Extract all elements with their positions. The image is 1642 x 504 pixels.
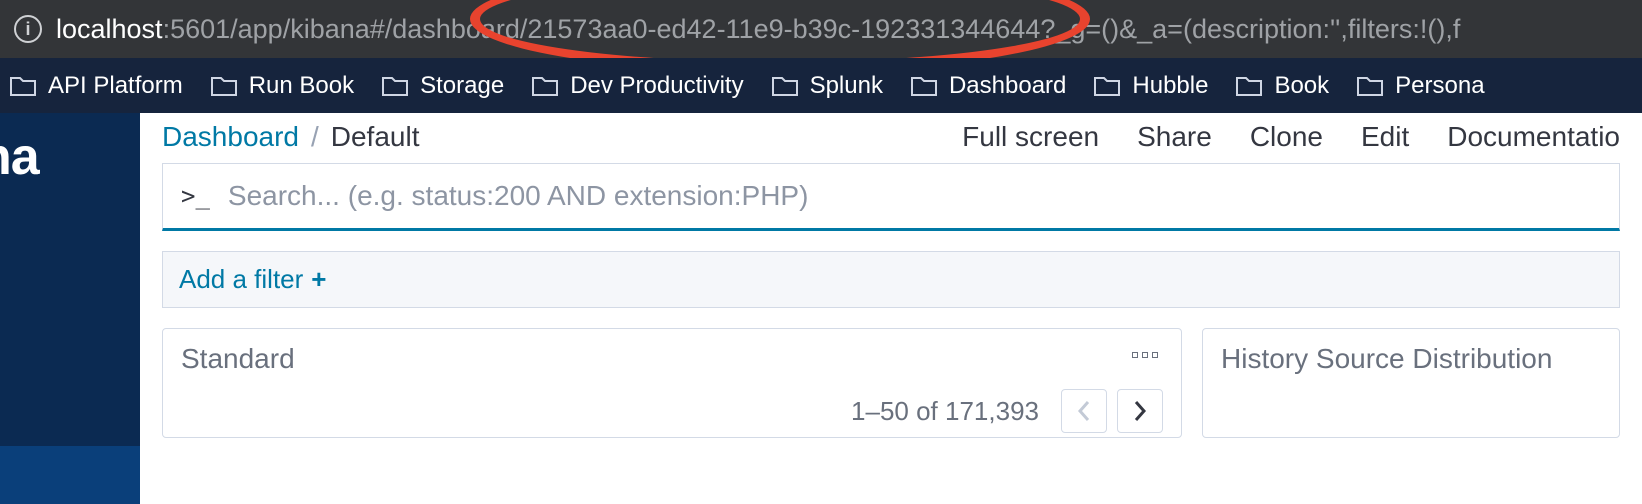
panel-title: Standard <box>181 343 1163 375</box>
url-host: localhost <box>56 14 163 44</box>
bookmark-label: Run Book <box>249 72 354 100</box>
folder-icon <box>1236 75 1262 97</box>
pager-text: 1–50 of 171,393 <box>851 396 1039 427</box>
breadcrumb-root[interactable]: Dashboard <box>162 121 299 153</box>
browser-address-bar[interactable]: i localhost:5601/app/kibana#/dashboard/2… <box>0 0 1642 58</box>
info-icon[interactable]: i <box>14 15 42 43</box>
bookmark-label: API Platform <box>48 72 183 100</box>
folder-icon <box>1357 75 1383 97</box>
pager-prev-button[interactable] <box>1061 389 1107 433</box>
bookmark-label: Book <box>1274 72 1329 100</box>
bookmark-run-book[interactable]: Run Book <box>211 72 354 100</box>
folder-icon <box>10 75 36 97</box>
bookmark-storage[interactable]: Storage <box>382 72 504 100</box>
bookmark-hubble[interactable]: Hubble <box>1094 72 1208 100</box>
search-input[interactable]: >_ Search... (e.g. status:200 AND extens… <box>162 163 1620 231</box>
plus-icon: + <box>311 264 326 295</box>
url-path: :5601/app/kibana#/dashboard/21573aa0-ed4… <box>163 14 1461 44</box>
panel-title: History Source Distribution <box>1221 343 1601 375</box>
fullscreen-button[interactable]: Full screen <box>962 121 1099 153</box>
bookmark-label: Persona <box>1395 72 1484 100</box>
bookmark-label: Hubble <box>1132 72 1208 100</box>
bookmark-label: Dashboard <box>949 72 1066 100</box>
folder-icon <box>211 75 237 97</box>
folder-icon <box>1094 75 1120 97</box>
clone-button[interactable]: Clone <box>1250 121 1323 153</box>
bookmark-persona[interactable]: Persona <box>1357 72 1484 100</box>
documentation-button[interactable]: Documentatio <box>1447 121 1620 153</box>
folder-icon <box>911 75 937 97</box>
pager-next-button[interactable] <box>1117 389 1163 433</box>
bookmark-label: Splunk <box>810 72 883 100</box>
app-logo-fragment: na <box>0 127 140 187</box>
search-placeholder: Search... (e.g. status:200 AND extension… <box>228 180 809 212</box>
url-text[interactable]: localhost:5601/app/kibana#/dashboard/215… <box>56 14 1460 45</box>
folder-icon <box>382 75 408 97</box>
bookmark-api-platform[interactable]: API Platform <box>10 72 183 100</box>
add-filter-button[interactable]: Add a filter + <box>179 264 326 295</box>
add-filter-label: Add a filter <box>179 264 303 295</box>
bookmark-label: Dev Productivity <box>570 72 743 100</box>
panel-standard: Standard 1–50 of 171,393 <box>162 328 1182 438</box>
bookmark-dev-productivity[interactable]: Dev Productivity <box>532 72 743 100</box>
folder-icon <box>772 75 798 97</box>
breadcrumb-current: Default <box>331 121 420 153</box>
edit-button[interactable]: Edit <box>1361 121 1409 153</box>
bookmark-splunk[interactable]: Splunk <box>772 72 883 100</box>
prompt-icon: >_ <box>181 182 210 210</box>
sidebar-item-fragment[interactable]: rd <box>0 446 140 504</box>
kibana-sidebar: na rd <box>0 113 140 504</box>
dashboard-content: Dashboard / Default Full screen Share Cl… <box>140 113 1642 504</box>
folder-icon <box>532 75 558 97</box>
bookmark-label: Storage <box>420 72 504 100</box>
dashboard-top-actions: Full screen Share Clone Edit Documentati… <box>962 121 1620 153</box>
panel-history-source-distribution: History Source Distribution <box>1202 328 1620 438</box>
breadcrumb-separator: / <box>311 121 319 153</box>
panel-menu-button[interactable] <box>1127 345 1163 365</box>
bookmarks-bar: API Platform Run Book Storage Dev Produc… <box>0 58 1642 113</box>
breadcrumb: Dashboard / Default <box>162 121 419 153</box>
bookmark-dashboard[interactable]: Dashboard <box>911 72 1066 100</box>
bookmark-book[interactable]: Book <box>1236 72 1329 100</box>
share-button[interactable]: Share <box>1137 121 1212 153</box>
filter-bar: Add a filter + <box>162 251 1620 308</box>
